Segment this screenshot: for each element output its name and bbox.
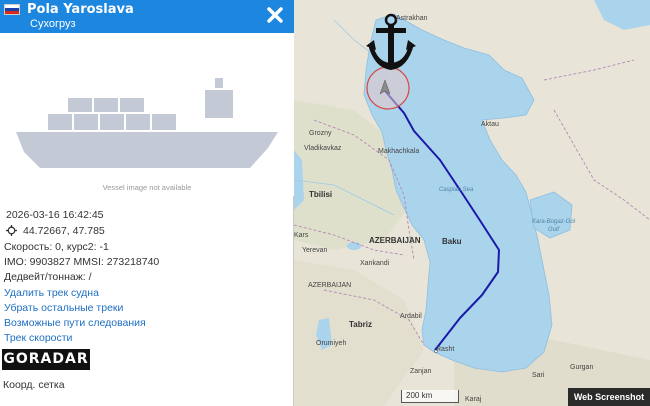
flag-icon <box>4 4 20 15</box>
city-karaj: Karaj <box>465 396 482 403</box>
sea-gulf: Gulf <box>548 227 560 233</box>
vessel-info-panel: Pola Yaroslava Сухогруз Vessel image not… <box>0 0 294 406</box>
speed-track-link[interactable]: Трек скорости <box>4 332 72 344</box>
city-makhachkala: Makhachkala <box>378 148 420 155</box>
image-unavailable-note: Vessel image not available <box>102 183 192 192</box>
map-view[interactable]: Astrakhan Aktau Grozny Vladikavkaz Makha… <box>293 0 650 406</box>
city-ardabil: Ardabil <box>400 313 422 320</box>
city-yerevan: Yerevan <box>302 247 328 254</box>
ship-marker-icon[interactable] <box>366 66 410 110</box>
vessel-type: Сухогруз <box>30 18 76 30</box>
coordinates-row: 44.72667, 47.785 <box>6 225 105 238</box>
vessel-name: Pola Yaroslava <box>27 2 134 17</box>
city-baku: Baku <box>442 237 462 246</box>
flag-stripe-red <box>5 11 19 14</box>
speed-course: Скорость: 0, курс2: -1 <box>4 241 109 253</box>
map-scale: 200 km <box>401 390 459 403</box>
city-tbilisi: Tbilisi <box>309 190 333 199</box>
close-icon[interactable] <box>265 5 285 25</box>
country-azerbaijan: AZERBAIJAN <box>369 236 421 245</box>
remove-track-link[interactable]: Удалить трек судна <box>4 287 99 299</box>
vessel-image-placeholder: Vessel image not available <box>0 33 294 196</box>
panel-header: Pola Yaroslava Сухогруз <box>0 0 294 33</box>
city-xankandi: Xankandi <box>360 260 390 267</box>
crosshair-icon <box>6 225 17 236</box>
anchor-icon[interactable] <box>366 13 416 70</box>
possible-routes-link[interactable]: Возможные пути следования <box>4 317 146 329</box>
region-azerbaijan: AZERBAIJAN <box>308 282 352 289</box>
city-tabriz: Tabriz <box>349 320 372 329</box>
city-astrakhan: Astrakhan <box>396 15 428 22</box>
city-orumiyeh: Orumiyeh <box>316 340 347 347</box>
close-button[interactable] <box>265 5 285 25</box>
goradar-logo[interactable]: GORADAR <box>2 349 90 370</box>
city-kars: Kars <box>294 232 309 239</box>
sea-kara-bogaz-gol: Kara-Bogaz-Gol <box>532 219 576 225</box>
coord-grid-toggle[interactable]: Коорд. сетка <box>3 379 65 391</box>
deadweight: Дедвейт/тоннаж: / <box>4 271 92 283</box>
city-gurgan: Gurgan <box>570 364 594 371</box>
cargo-ship-icon <box>16 78 278 168</box>
sea-caspian: Caspian Sea <box>439 187 474 193</box>
vessel-ids: IMO: 9903827 MMSI: 273218740 <box>4 256 160 268</box>
city-sari: Sari <box>532 372 545 379</box>
city-grozny: Grozny <box>309 130 332 137</box>
city-aktau: Aktau <box>481 121 499 128</box>
hide-other-tracks-link[interactable]: Убрать остальные треки <box>4 302 123 314</box>
city-zanjan: Zanjan <box>410 368 432 375</box>
watermark-badge: Web Screenshot <box>568 388 650 406</box>
coordinates-value: 44.72667, 47.785 <box>23 225 105 237</box>
city-rasht: Rasht <box>436 346 455 353</box>
vessel-track <box>366 13 500 351</box>
last-seen-timestamp: 2026-03-16 16:42:45 <box>6 209 104 221</box>
city-vladikavkaz: Vladikavkaz <box>304 145 342 152</box>
